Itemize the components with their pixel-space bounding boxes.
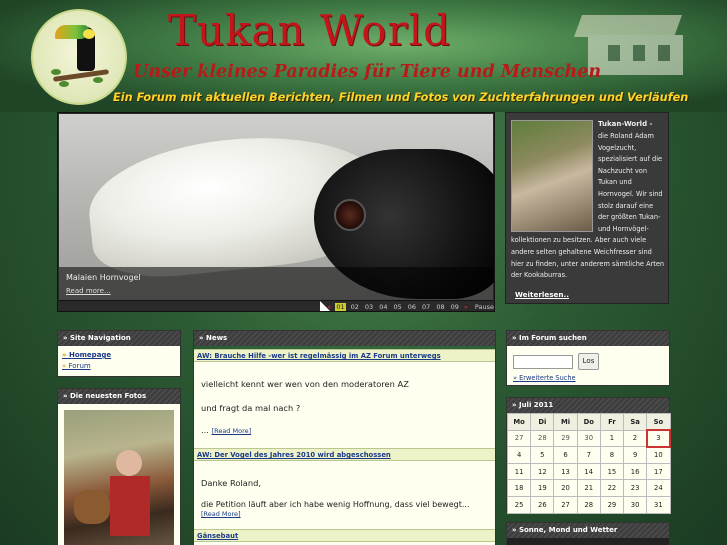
news-item-line-2a: Danke Roland, (201, 478, 262, 488)
slide-page-6[interactable]: 06 (407, 303, 417, 311)
latest-photo[interactable] (64, 410, 174, 545)
weather-heading: » Sonne, Mond und Wetter (507, 523, 669, 538)
nav-homepage-link[interactable]: » Homepage (62, 350, 176, 361)
weekday-mo: Mo (506, 413, 532, 431)
about-box: Tukan-World - die Roland Adam Vogelzucht… (505, 112, 669, 304)
calendar-day[interactable]: 23 (623, 479, 648, 497)
prev-arrow-icon[interactable]: « (327, 303, 331, 311)
calendar-day[interactable]: 30 (576, 429, 601, 448)
calendar-day[interactable]: 31 (646, 495, 671, 514)
pause-button[interactable]: Pause (475, 303, 494, 311)
calendar-day[interactable]: 9 (623, 446, 648, 464)
calendar-day[interactable]: 19 (530, 479, 555, 497)
site-navigation-box: » Site Navigation » Homepage » Forum (57, 330, 181, 377)
calendar-grid: Mo Di Mi Do Fr Sa So 27 28 29 30 1 2 3 4… (506, 413, 672, 514)
calendar-day[interactable]: 18 (506, 479, 532, 497)
news-item-title-1[interactable]: AW: Brauche Hilfe -wer ist regelmässig i… (194, 349, 495, 362)
news-box: » News AW: Brauche Hilfe -wer ist regelm… (193, 330, 496, 545)
next-arrow-icon[interactable]: » (464, 303, 468, 311)
weekday-di: Di (530, 413, 555, 431)
calendar-day[interactable]: 27 (553, 495, 578, 514)
calendar-day[interactable]: 14 (576, 462, 601, 481)
calendar-day[interactable]: 1 (599, 429, 625, 448)
calendar-day[interactable]: 10 (646, 446, 671, 464)
about-text: die Roland Adam Vogelzucht, spezialisier… (511, 132, 665, 280)
latest-photos-heading: » Die neuesten Fotos (58, 389, 180, 404)
about-heading: Tukan-World - (598, 120, 653, 128)
calendar-day-today[interactable]: 3 (645, 429, 672, 448)
calendar-day[interactable]: 12 (530, 462, 555, 481)
site-title[interactable]: Tukan World (168, 6, 451, 55)
slide-page-8[interactable]: 08 (435, 303, 445, 311)
forum-search-box: » Im Forum suchen Los » Erweiterte Suche (506, 330, 670, 386)
weekday-do: Do (576, 413, 601, 431)
site-tagline: Ein Forum mit aktuellen Berichten, Filme… (113, 91, 689, 104)
read-more-link-2[interactable]: [Read More] (201, 510, 241, 518)
slide-caption-title: Malaien Hornvogel (66, 273, 141, 282)
calendar-day[interactable]: 27 (506, 429, 532, 448)
news-item-title-3[interactable]: Gänsebaut (194, 529, 495, 542)
calendar-day[interactable]: 29 (553, 429, 578, 448)
calendar-day[interactable]: 15 (599, 462, 625, 481)
forum-search-input[interactable] (513, 355, 573, 369)
calendar-day[interactable]: 8 (599, 446, 625, 464)
calendar-day[interactable]: 28 (530, 429, 555, 448)
nav-forum-link[interactable]: » Forum (62, 361, 176, 372)
slide-page-1[interactable]: 01 (335, 302, 346, 311)
calendar-day[interactable]: 17 (646, 462, 671, 481)
weekday-sa: Sa (623, 413, 648, 431)
read-more-link-1[interactable]: [Read More] (212, 427, 252, 435)
slide-caption: Malaien Hornvogel Read more... (59, 267, 493, 301)
news-item-line-2b: die Petition läuft aber ich habe wenig H… (201, 500, 470, 518)
calendar-day[interactable]: 4 (506, 446, 532, 464)
calendar-day[interactable]: 20 (553, 479, 578, 497)
news-item-line-1a: vielleicht kennt wer wen von den moderat… (201, 379, 409, 389)
news-item-title-2[interactable]: AW: Der Vogel des Jahres 2010 wird abges… (194, 448, 495, 461)
slider-pagination: « 01 02 03 04 05 06 07 08 09 » Pause (318, 301, 494, 311)
site-subtitle: Unser kleines Paradies für Tiere und Men… (133, 62, 602, 82)
calendar-day[interactable]: 21 (576, 479, 601, 497)
calendar-day[interactable]: 7 (576, 446, 601, 464)
calendar-day[interactable]: 24 (646, 479, 671, 497)
slide-page-3[interactable]: 03 (364, 303, 374, 311)
weather-box: » Sonne, Mond und Wetter (506, 522, 670, 545)
forum-search-heading: » Im Forum suchen (507, 331, 669, 346)
advanced-search-link[interactable]: » Erweiterte Suche (513, 374, 576, 382)
site-navigation-heading: » Site Navigation (58, 331, 180, 346)
read-more-link[interactable]: Weiterlesen.. (515, 289, 569, 301)
slide-page-5[interactable]: 05 (392, 303, 402, 311)
slide-read-more-link[interactable]: Read more... (66, 287, 111, 295)
calendar-day[interactable]: 5 (530, 446, 555, 464)
weekday-fr: Fr (599, 413, 625, 431)
calendar-day[interactable]: 13 (553, 462, 578, 481)
calendar-day[interactable]: 26 (530, 495, 555, 514)
weekday-mi: Mi (553, 413, 578, 431)
slide-page-2[interactable]: 02 (350, 303, 360, 311)
calendar-day[interactable]: 11 (506, 462, 532, 481)
weekday-so: So (646, 413, 671, 431)
calendar-day[interactable]: 25 (506, 495, 532, 514)
news-item-line-1b: und fragt da mal nach ? (201, 403, 301, 413)
latest-photos-box: » Die neuesten Fotos (57, 388, 181, 545)
search-submit-button[interactable]: Los (578, 353, 599, 370)
calendar-day[interactable]: 28 (576, 495, 601, 514)
image-slider[interactable]: Malaien Hornvogel Read more... « 01 02 0… (57, 112, 495, 312)
calendar-day[interactable]: 2 (623, 429, 648, 448)
calendar-heading: » Juli 2011 (507, 398, 669, 413)
slide-page-7[interactable]: 07 (421, 303, 431, 311)
calendar-box: » Juli 2011 Mo Di Mi Do Fr Sa So 27 28 2… (506, 397, 672, 514)
site-header: Tukan World Unser kleines Paradies für T… (0, 0, 727, 112)
slide-page-9[interactable]: 09 (450, 303, 460, 311)
calendar-day[interactable]: 16 (623, 462, 648, 481)
calendar-day[interactable]: 22 (599, 479, 625, 497)
calendar-day[interactable]: 6 (553, 446, 578, 464)
calendar-day[interactable]: 30 (623, 495, 648, 514)
news-heading: » News (194, 331, 495, 346)
slide-page-4[interactable]: 04 (378, 303, 388, 311)
calendar-day[interactable]: 29 (599, 495, 625, 514)
news-item-more-row-1: ... [Read More] (201, 425, 252, 435)
